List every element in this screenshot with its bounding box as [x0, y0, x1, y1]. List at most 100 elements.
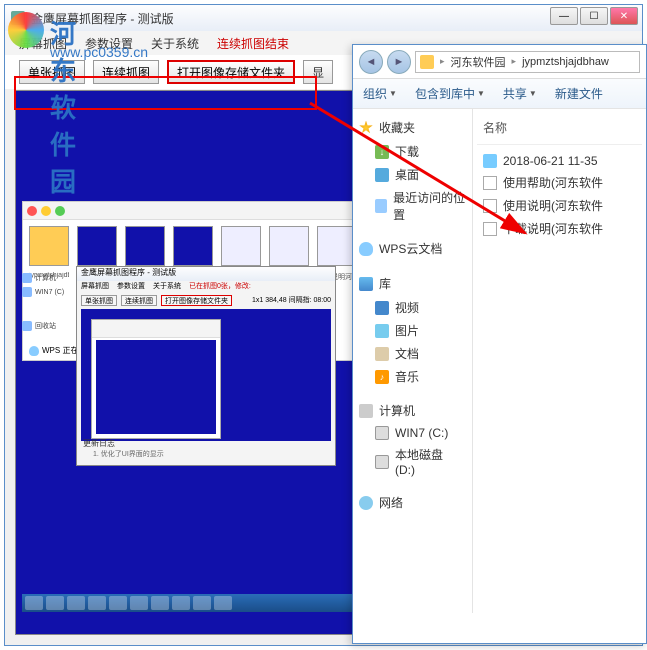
nested-menu-c[interactable]: 关于系统: [153, 281, 181, 293]
cloud-icon: [359, 242, 373, 256]
menu-about[interactable]: 关于系统: [151, 35, 199, 52]
menu-settings[interactable]: 参数设置: [85, 35, 133, 52]
file-row[interactable]: 使用说明(河东软件: [477, 194, 642, 217]
file-name: 使用说明(河东软件: [503, 197, 603, 214]
breadcrumb-subfolder[interactable]: jypmztshjajdbhaw: [522, 56, 609, 68]
strip-win7[interactable]: WIN7 (C): [35, 289, 64, 296]
thumb-file[interactable]: [317, 226, 357, 266]
picture-icon: [375, 324, 389, 338]
sidebar-desktop[interactable]: 桌面: [353, 163, 472, 186]
thumb-image[interactable]: [125, 226, 165, 266]
chevron-down-icon: ▼: [477, 89, 485, 98]
taskbar-item[interactable]: [193, 596, 211, 610]
sidebar-videos[interactable]: 视频: [353, 296, 472, 319]
breadcrumb-folder[interactable]: 河东软件园: [451, 54, 506, 70]
taskbar-item[interactable]: [25, 596, 43, 610]
sidebar-wps-cloud[interactable]: WPS云文档: [353, 236, 472, 261]
sidebar-favorites[interactable]: 收藏夹: [353, 115, 472, 140]
taskbar-item[interactable]: [109, 596, 127, 610]
sidebar-network[interactable]: 网络: [353, 490, 472, 515]
taskbar-item[interactable]: [67, 596, 85, 610]
sidebar-recent[interactable]: 最近访问的位置: [353, 186, 472, 226]
drive-icon: [375, 426, 389, 440]
file-row[interactable]: 使用帮助(河东软件: [477, 171, 642, 194]
drive-icon: [375, 455, 389, 469]
taskbar-item[interactable]: [46, 596, 64, 610]
computer-icon: [359, 404, 373, 418]
file-name: 下载说明(河东软件: [503, 220, 603, 237]
taskbar-item[interactable]: [151, 596, 169, 610]
thumb-file[interactable]: [221, 226, 261, 266]
open-folder-button[interactable]: 打开图像存储文件夹: [167, 60, 295, 84]
sidebar-documents[interactable]: 文档: [353, 342, 472, 365]
image-file-icon: [483, 154, 497, 168]
text-file-icon: [483, 222, 497, 236]
recycle-icon: [22, 321, 32, 331]
library-icon: [359, 277, 373, 291]
nested-btn-cont[interactable]: 连续抓图: [121, 295, 157, 306]
taskbar-item[interactable]: [88, 596, 106, 610]
nested-sub-window: [91, 319, 221, 439]
single-capture-button[interactable]: 单张抓图: [19, 60, 85, 84]
nav-back-button[interactable]: ◄: [359, 50, 383, 74]
log-line: 1. 优化了UI界面的显示: [93, 449, 164, 459]
minimize-button[interactable]: —: [550, 7, 578, 25]
thumb-image[interactable]: [173, 226, 213, 266]
app-title: 金鹰屏幕抓图程序 - 测试版: [31, 10, 174, 27]
explorer-toolbar: 组织▼ 包含到库中▼ 共享▼ 新建文件: [353, 79, 646, 109]
maximize-button[interactable]: ☐: [580, 7, 608, 25]
newfile-menu[interactable]: 新建文件: [555, 85, 603, 102]
close-button[interactable]: ✕: [610, 7, 638, 25]
menu-capture[interactable]: 屏幕抓图: [19, 35, 67, 52]
sidebar-pictures[interactable]: 图片: [353, 319, 472, 342]
nested-btn-single[interactable]: 单张抓图: [81, 295, 117, 306]
star-icon: [359, 121, 373, 135]
taskbar-item[interactable]: [130, 596, 148, 610]
strip-recycle[interactable]: 回收站: [35, 321, 56, 331]
explorer-window: ◄ ► ▸ 河东软件园 ▸ jypmztshjajdbhaw 组织▼ 包含到库中…: [352, 44, 647, 644]
column-header-name[interactable]: 名称: [477, 115, 642, 145]
wps-label: WPS 正在: [42, 345, 78, 356]
nested-menu-a[interactable]: 屏幕抓图: [81, 281, 109, 293]
thumb-image[interactable]: [77, 226, 117, 266]
nav-forward-button[interactable]: ►: [387, 50, 411, 74]
taskbar-item[interactable]: [172, 596, 190, 610]
sidebar-drive-c[interactable]: WIN7 (C:): [353, 423, 472, 443]
video-icon: [375, 301, 389, 315]
nested-menu-d: 已在抓图0张，修改:: [189, 281, 251, 293]
folder-icon: [420, 55, 434, 69]
nested-content: [81, 309, 331, 441]
inner-desktop-strip: 计算机 WIN7 (C) 回收站: [22, 271, 72, 333]
display-button[interactable]: 显: [303, 60, 333, 84]
text-file-icon: [483, 199, 497, 213]
sidebar-music[interactable]: 音乐: [353, 365, 472, 388]
include-library-menu[interactable]: 包含到库中▼: [415, 85, 485, 102]
sidebar-computer[interactable]: 计算机: [353, 398, 472, 423]
nested-menu-b[interactable]: 参数设置: [117, 281, 145, 293]
share-menu[interactable]: 共享▼: [503, 85, 537, 102]
file-name: 使用帮助(河东软件: [503, 174, 603, 191]
strip-computer[interactable]: 计算机: [35, 273, 56, 283]
sidebar-drive-d[interactable]: 本地磁盘 (D:): [353, 443, 472, 480]
taskbar-item[interactable]: [214, 596, 232, 610]
thumb-folder[interactable]: [29, 226, 69, 266]
app-icon: [11, 11, 25, 25]
nested-coords: 1x1 384,48 间隔指: 08:00: [252, 295, 331, 305]
address-bar[interactable]: ▸ 河东软件园 ▸ jypmztshjajdbhaw: [415, 51, 640, 73]
explorer-nav-bar: ◄ ► ▸ 河东软件园 ▸ jypmztshjajdbhaw: [353, 45, 646, 79]
menu-continuous-end[interactable]: 连续抓图结束: [217, 35, 289, 52]
thumb-file[interactable]: [269, 226, 309, 266]
file-row[interactable]: 下载说明(河东软件: [477, 217, 642, 240]
nested-btn-folder[interactable]: 打开图像存储文件夹: [161, 295, 232, 306]
sidebar-downloads[interactable]: 下载: [353, 140, 472, 163]
app-titlebar[interactable]: 金鹰屏幕抓图程序 - 测试版 — ☐ ✕: [5, 5, 642, 31]
wps-cloud-icon: [29, 346, 39, 356]
explorer-sidebar: 收藏夹 下载 桌面 最近访问的位置 WPS云文档 库 视频 图片 文档 音乐 计…: [353, 109, 473, 613]
inner-dot-icon: [27, 206, 37, 216]
continuous-capture-button[interactable]: 连续抓图: [93, 60, 159, 84]
document-icon: [375, 347, 389, 361]
sidebar-libraries[interactable]: 库: [353, 271, 472, 296]
file-row[interactable]: 2018-06-21 11-35: [477, 151, 642, 171]
organize-menu[interactable]: 组织▼: [363, 85, 397, 102]
recent-icon: [375, 199, 387, 213]
